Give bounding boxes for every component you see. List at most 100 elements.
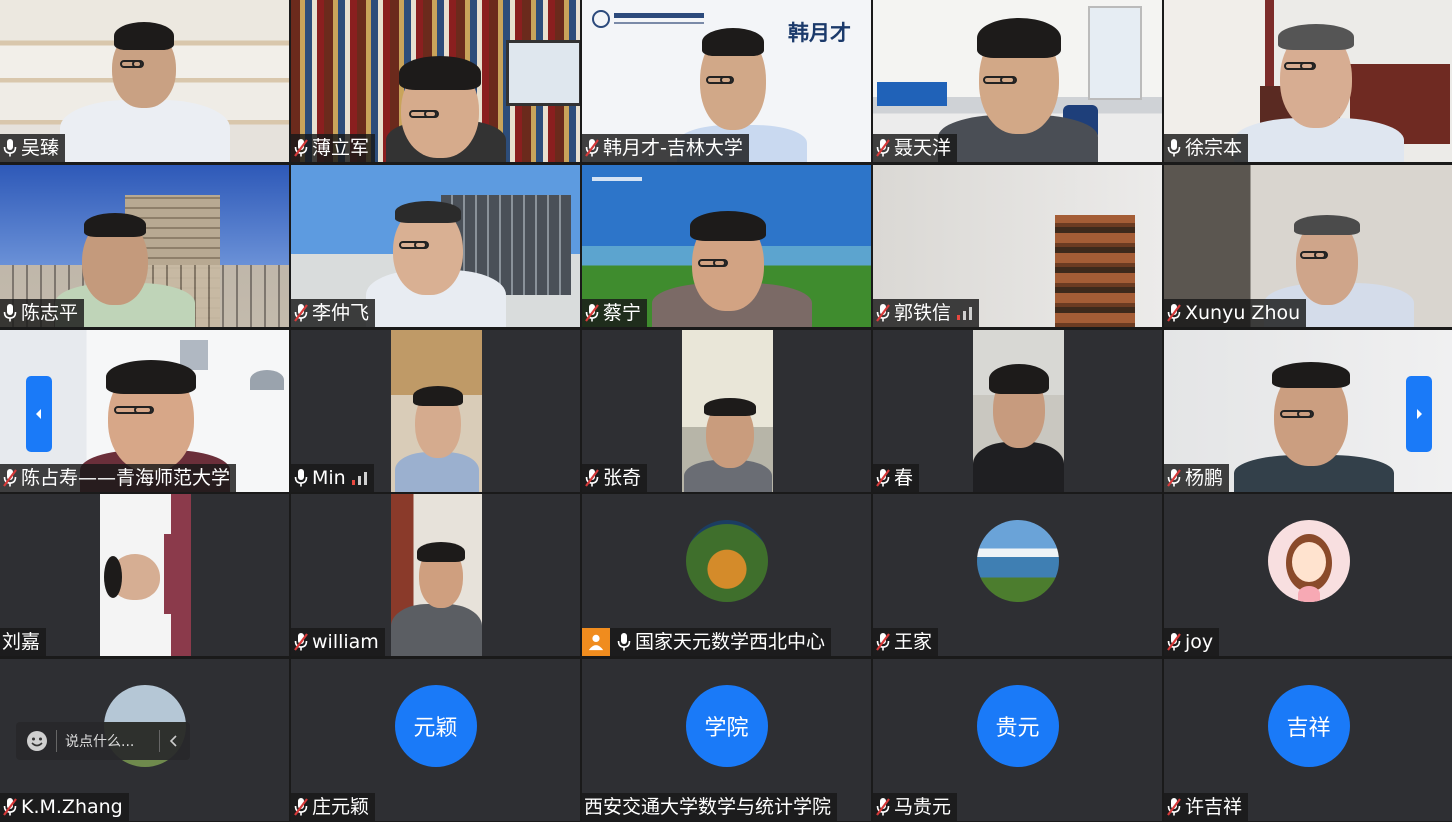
mic-muted-icon: [3, 469, 17, 487]
video-tile[interactable]: 王家: [873, 494, 1162, 656]
video-tile[interactable]: william: [291, 494, 580, 656]
participant-label: 马贵元: [873, 793, 958, 821]
participant-name: 郭铁信: [894, 302, 952, 324]
signal-bars-icon: [351, 472, 367, 485]
participant-name: 马贵元: [894, 796, 952, 818]
mic-muted-icon: [1167, 798, 1181, 816]
video-tile[interactable]: 春: [873, 330, 1162, 492]
mic-icon: [1167, 139, 1181, 157]
video-feed: [391, 330, 482, 492]
participant-label: 春: [873, 464, 920, 492]
participant-name: 蔡宁: [603, 302, 642, 324]
participant-label: 国家天元数学西北中心: [582, 628, 832, 656]
camera-off-icon: [582, 628, 610, 656]
mic-muted-icon: [585, 469, 599, 487]
video-tile[interactable]: 刘嘉: [0, 494, 289, 656]
mic-icon: [3, 304, 17, 322]
mic-muted-icon: [585, 139, 599, 157]
participant-label: 陈占寿——青海师范大学: [0, 464, 237, 492]
participant-name: 陈占寿——青海师范大学: [21, 467, 231, 489]
participant-label: 薄立军: [291, 134, 376, 162]
chevron-right-icon: [1417, 409, 1422, 419]
participant-name: 春: [894, 467, 914, 489]
mic-muted-icon: [294, 139, 308, 157]
avatar: 元颖: [394, 685, 477, 767]
prev-page-button[interactable]: [26, 376, 52, 452]
video-tile[interactable]: 吴臻: [0, 0, 289, 162]
video-tile[interactable]: 徐宗本: [1164, 0, 1452, 162]
video-tile[interactable]: 陈志平: [0, 165, 289, 327]
video-tile[interactable]: 吉祥 许吉祥: [1164, 659, 1452, 821]
avatar: [1267, 520, 1350, 602]
mic-muted-icon: [294, 798, 308, 816]
mic-muted-icon: [3, 798, 17, 816]
video-tile[interactable]: 元颖 庄元颖: [291, 659, 580, 821]
mic-muted-icon: [294, 304, 308, 322]
chat-quick-input[interactable]: 说点什么...: [16, 722, 190, 760]
mic-muted-icon: [585, 304, 599, 322]
video-feed: [391, 494, 482, 656]
participant-label: Xunyu Zhou: [1164, 299, 1307, 327]
mic-muted-icon: [876, 304, 890, 322]
mic-muted-icon: [1167, 304, 1181, 322]
participant-label: joy: [1164, 628, 1220, 656]
divider: [159, 730, 160, 752]
participant-label: 蔡宁: [582, 299, 648, 327]
participant-label: Min: [291, 464, 374, 492]
participant-label: K.M.Zhang: [0, 793, 129, 821]
chat-placeholder[interactable]: 说点什么...: [65, 731, 159, 751]
participant-label: 郭铁信: [873, 299, 980, 327]
participant-name: 国家天元数学西北中心: [635, 631, 826, 653]
avatar: 贵元: [976, 685, 1059, 767]
mic-muted-icon: [876, 469, 890, 487]
participant-label: william: [291, 628, 385, 656]
video-tile[interactable]: 薄立军: [291, 0, 580, 162]
avatar: 吉祥: [1267, 685, 1350, 767]
divider: [56, 730, 57, 752]
video-tile[interactable]: 国家天元数学西北中心: [582, 494, 871, 656]
emoji-icon[interactable]: [26, 730, 48, 752]
video-tile[interactable]: 蔡宁: [582, 165, 871, 327]
next-page-button[interactable]: [1406, 376, 1432, 452]
avatar: 学院: [685, 685, 768, 767]
signal-bars-icon: [957, 307, 973, 320]
video-tile[interactable]: 张奇: [582, 330, 871, 492]
collapse-chat-icon[interactable]: [166, 733, 182, 749]
video-tile[interactable]: 聂天洋: [873, 0, 1162, 162]
participant-name: 许吉祥: [1185, 796, 1243, 818]
participant-name: william: [312, 631, 379, 653]
participant-name: 张奇: [603, 467, 642, 489]
mic-muted-icon: [876, 798, 890, 816]
participant-label: 徐宗本: [1164, 134, 1249, 162]
video-grid: 吴臻 薄立军 韩月才 韩月才-吉林大学 聂天洋 徐宗本 陈志平 李仲飞 蔡宁 郭…: [0, 0, 1452, 822]
participant-name: joy: [1185, 631, 1214, 653]
mic-muted-icon: [876, 633, 890, 651]
video-tile[interactable]: 郭铁信: [873, 165, 1162, 327]
participant-label: 西安交通大学数学与统计学院: [582, 793, 838, 821]
video-tile[interactable]: 李仲飞: [291, 165, 580, 327]
participant-name: 薄立军: [312, 137, 370, 159]
avatar: [976, 520, 1059, 602]
mic-muted-icon: [876, 139, 890, 157]
video-tile[interactable]: Min: [291, 330, 580, 492]
participant-name: 庄元颖: [312, 796, 370, 818]
participant-name: 聂天洋: [894, 137, 952, 159]
participant-name: Xunyu Zhou: [1185, 302, 1301, 324]
video-tile[interactable]: 韩月才 韩月才-吉林大学: [582, 0, 871, 162]
video-tile[interactable]: Xunyu Zhou: [1164, 165, 1452, 327]
mic-muted-icon: [294, 633, 308, 651]
participant-name: 韩月才-吉林大学: [603, 137, 743, 159]
participant-name: Min: [312, 467, 346, 489]
participant-name: 西安交通大学数学与统计学院: [584, 796, 832, 818]
video-tile[interactable]: joy: [1164, 494, 1452, 656]
video-feed: [682, 330, 773, 492]
mic-muted-icon: [1167, 633, 1181, 651]
participant-name: 李仲飞: [312, 302, 370, 324]
video-tile[interactable]: 学院 西安交通大学数学与统计学院: [582, 659, 871, 821]
avatar: [685, 520, 768, 602]
participant-name: 徐宗本: [1185, 137, 1243, 159]
mic-muted-icon: [1167, 469, 1181, 487]
participant-name: 吴臻: [21, 137, 60, 159]
video-tile[interactable]: 贵元 马贵元: [873, 659, 1162, 821]
participant-label: 庄元颖: [291, 793, 376, 821]
